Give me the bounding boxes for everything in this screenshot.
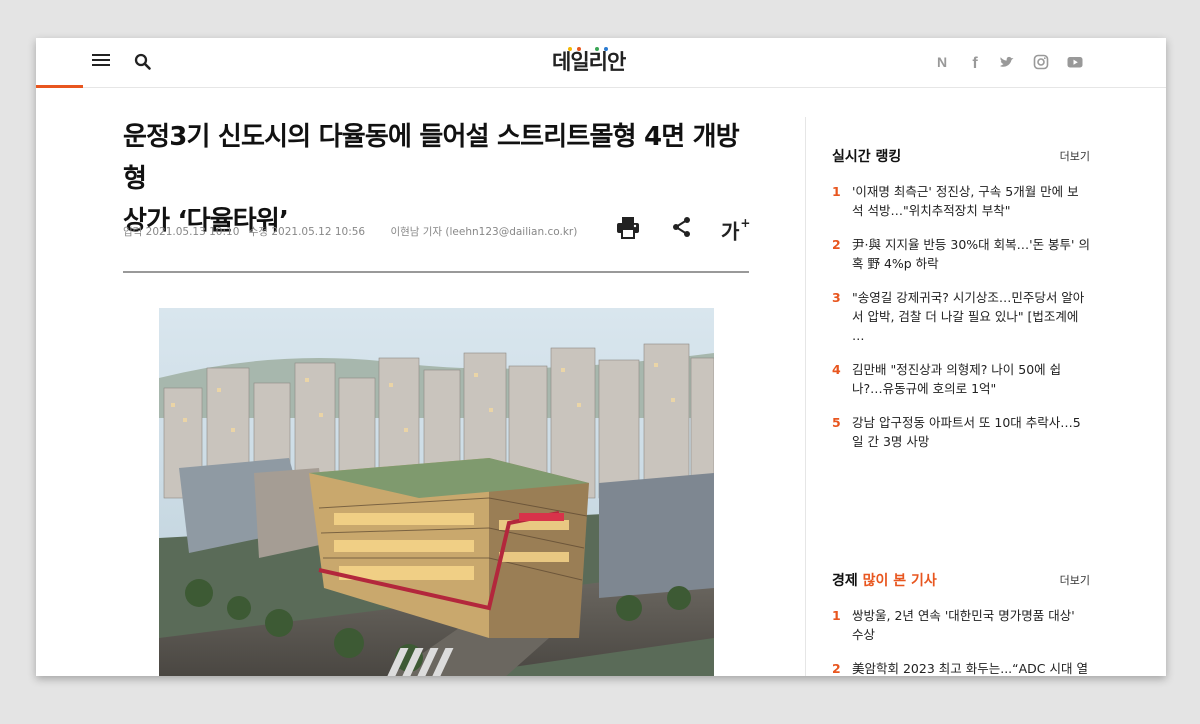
article-meta: 입력 2021.05.13 10:10 수정 2021.05.12 10:56 … — [123, 224, 583, 239]
ranking-item[interactable]: 2 尹·與 지지율 반등 30%대 회복…'돈 봉투' 의혹 野 4%p 하락 — [832, 235, 1090, 273]
youtube-icon[interactable] — [1065, 52, 1085, 72]
popular-rank-number: 1 — [832, 608, 841, 623]
popular-item[interactable]: 1 쌍방울, 2년 연속 '대한민국 명가명품 대상' 수상 — [832, 606, 1090, 644]
article-photo[interactable] — [159, 308, 714, 676]
ranking-title: 실시간 랭킹 — [832, 149, 902, 165]
logo-text: 데일리안 — [552, 50, 626, 74]
ranking-more-link[interactable]: 더보기 — [1060, 148, 1090, 164]
ranking-list: 1 '이재명 최측근' 정진상, 구속 5개월 만에 보석 석방…"위치추적장치 … — [832, 182, 1090, 451]
print-icon[interactable] — [613, 212, 643, 242]
instagram-icon[interactable] — [1031, 52, 1051, 72]
ranking-headline[interactable]: 尹·與 지지율 반등 30%대 회복…'돈 봉투' 의혹 野 4%p 하락 — [852, 237, 1090, 271]
reporter-byline: 이현남 기자 (leehn123@dailian.co.kr) — [390, 226, 578, 238]
ranking-rank-number: 5 — [832, 415, 841, 430]
ranking-item[interactable]: 4 김만배 "정진상과 의형제? 나이 50에 쉽나?…유동규에 호의로 1억" — [832, 360, 1090, 398]
popular-list: 1 쌍방울, 2년 연속 '대한민국 명가명품 대상' 수상 2 美암학회 2023 … — [832, 606, 1090, 676]
modified-time: 수정 2021.05.12 10:56 — [248, 226, 366, 238]
menu-icon[interactable] — [92, 52, 110, 70]
article: 운정3기 신도시의 다율동에 들어설 스트리트몰형 4면 개방형 상가 ‘다율타… — [123, 116, 751, 676]
facebook-icon[interactable]: f — [965, 52, 985, 72]
share-icon[interactable] — [667, 212, 697, 242]
logo-dots — [568, 47, 608, 51]
ranking-panel: 실시간 랭킹 더보기 1 '이재명 최측근' 정진상, 구속 5개월 만에 보석 … — [832, 146, 1090, 451]
naver-icon[interactable]: N — [932, 52, 952, 72]
ranking-item[interactable]: 3 "송영길 강제귀국? 시기상조…민주당서 알아서 압박, 검찰 더 나갈 필요… — [832, 288, 1090, 345]
popular-more-link[interactable]: 더보기 — [1060, 572, 1090, 588]
ranking-rank-number: 1 — [832, 184, 841, 199]
popular-rank-number: 2 — [832, 661, 841, 676]
font-size-button[interactable]: 가+ — [721, 212, 751, 244]
popular-title-prefix: 경제 — [832, 573, 858, 589]
popular-title-highlight: 많이 본 기사 — [862, 573, 937, 589]
twitter-icon[interactable] — [997, 52, 1017, 72]
screen-frame: 데일리안 N f 운정3기 신도시의 다율동에 들어설 스트리트몰형 4면 개방… — [0, 0, 1200, 724]
ranking-rank-number: 4 — [832, 362, 841, 377]
headline-divider — [123, 271, 749, 273]
popular-headline[interactable]: 쌍방울, 2년 연속 '대한민국 명가명품 대상' 수상 — [852, 608, 1075, 642]
ranking-headline[interactable]: "송영길 강제귀국? 시기상조…민주당서 알아서 압박, 검찰 더 나갈 필요 … — [852, 290, 1084, 343]
sidebar-divider — [805, 117, 806, 676]
svg-text:f: f — [972, 55, 978, 72]
ranking-headline[interactable]: 강남 압구정동 아파트서 또 10대 추락사…5일 간 3명 사망 — [852, 415, 1081, 449]
font-size-label: 가 — [721, 219, 740, 244]
popular-panel: 경제 많이 본 기사 더보기 1 쌍방울, 2년 연속 '대한민국 명가명품 대상… — [832, 570, 1090, 676]
headline-line-1: 운정3기 신도시의 다율동에 들어설 스트리트몰형 4면 개방형 — [123, 122, 740, 194]
ranking-headline[interactable]: 김만배 "정진상과 의형제? 나이 50에 쉽나?…유동규에 호의로 1억" — [852, 362, 1061, 396]
ranking-headline[interactable]: '이재명 최측근' 정진상, 구속 5개월 만에 보석 석방…"위치추적장치 부… — [852, 184, 1079, 218]
published-time: 입력 2021.05.13 10:10 — [123, 226, 240, 238]
font-size-plus: + — [740, 216, 751, 230]
popular-headline[interactable]: 美암학회 2023 최고 화두는...“ADC 시대 열렸 — [852, 661, 1088, 676]
header-accent-bar — [36, 85, 83, 88]
svg-text:N: N — [937, 54, 947, 70]
ranking-rank-number: 3 — [832, 290, 841, 305]
ranking-rank-number: 2 — [832, 237, 841, 252]
ranking-item[interactable]: 5 강남 압구정동 아파트서 또 10대 추락사…5일 간 3명 사망 — [832, 413, 1090, 451]
site-header: 데일리안 N f — [36, 38, 1166, 88]
popular-item[interactable]: 2 美암학회 2023 최고 화두는...“ADC 시대 열렸 — [832, 659, 1090, 676]
search-icon[interactable] — [133, 52, 153, 72]
popular-title: 경제 많이 본 기사 — [832, 570, 1090, 590]
site-logo[interactable]: 데일리안 — [552, 47, 626, 77]
ranking-item[interactable]: 1 '이재명 최측근' 정진상, 구속 5개월 만에 보석 석방…"위치추적장치 … — [832, 182, 1090, 220]
browser-page: 데일리안 N f 운정3기 신도시의 다율동에 들어설 스트리트몰형 4면 개방… — [36, 38, 1166, 676]
